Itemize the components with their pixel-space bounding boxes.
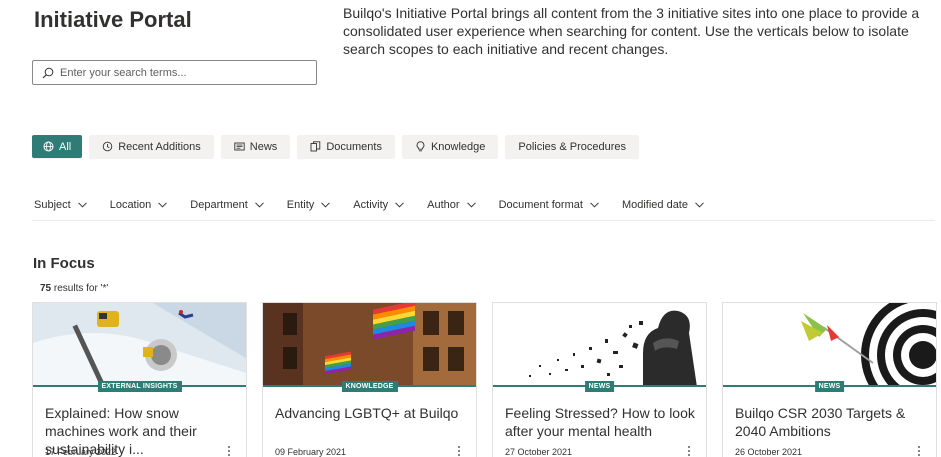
filter-activity[interactable]: Activity	[353, 199, 404, 211]
globe-icon	[43, 141, 54, 152]
filter-label: Activity	[353, 199, 389, 211]
vertical-documents-label: Documents	[326, 140, 382, 153]
filter-author[interactable]: Author	[427, 199, 476, 211]
results-text: results for '*'	[51, 283, 109, 294]
stressed-person-image	[493, 303, 706, 387]
filter-label: Entity	[286, 199, 315, 211]
chevron-down-icon	[590, 202, 599, 208]
card-badge: EXTERNAL INSIGHTS	[97, 381, 182, 392]
vertical-all-button[interactable]: All	[32, 135, 83, 158]
vertical-recent-additions-label: Recent Additions	[118, 140, 201, 153]
vertical-documents-button[interactable]: Documents	[297, 135, 395, 158]
filter-entity[interactable]: Entity	[287, 199, 331, 211]
search-box[interactable]	[32, 60, 317, 85]
vertical-recent-additions-button[interactable]: Recent Additions	[89, 135, 214, 158]
card-badge: NEWS	[814, 381, 845, 392]
card-date: 26 October 2021	[735, 447, 803, 457]
vertical-news-button[interactable]: News	[220, 135, 291, 158]
filter-department[interactable]: Department	[190, 199, 264, 211]
result-card[interactable]: NEWS Builqo CSR 2030 Targets & 2040 Ambi…	[722, 302, 937, 457]
filter-document-format[interactable]: Document format	[499, 199, 599, 211]
chevron-down-icon	[695, 202, 704, 208]
chevron-down-icon	[77, 202, 87, 208]
filter-label: Subject	[34, 199, 71, 211]
card-thumbnail	[723, 303, 936, 387]
card-date: 09 February 2021	[275, 447, 347, 457]
chevron-down-icon	[395, 202, 404, 208]
chevron-down-icon	[254, 202, 264, 208]
dartboard-image	[723, 303, 936, 387]
filter-label: Document format	[498, 199, 583, 211]
filter-label: Author	[427, 199, 460, 211]
more-options-icon[interactable]	[684, 444, 694, 457]
card-title[interactable]: Feeling Stressed? How to look after your…	[505, 404, 697, 440]
divider	[32, 220, 935, 221]
vertical-policies-procedures-label: Policies & Procedures	[518, 140, 626, 153]
chevron-down-icon	[321, 202, 331, 208]
chevron-down-icon	[158, 202, 168, 208]
section-title: In Focus	[33, 255, 95, 272]
card-badge: NEWS	[584, 381, 615, 392]
card-thumbnail	[33, 303, 246, 387]
card-thumbnail	[263, 303, 476, 387]
snow-machine-image	[33, 303, 246, 387]
search-icon	[42, 67, 54, 78]
vertical-policies-procedures-button[interactable]: Policies & Procedures	[505, 135, 639, 158]
intro-text: Builqo's Initiative Portal brings all co…	[343, 5, 920, 57]
results-cards: EXTERNAL INSIGHTS Explained: How snow ma…	[32, 302, 937, 457]
card-title[interactable]: Advancing LGBTQ+ at Builqo	[275, 404, 467, 422]
filter-location[interactable]: Location	[110, 199, 168, 211]
filter-subject[interactable]: Subject	[34, 199, 87, 211]
documents-icon	[310, 141, 321, 152]
result-card[interactable]: NEWS Feeling Stressed? How to look after…	[492, 302, 707, 457]
chevron-down-icon	[466, 202, 476, 208]
search-verticals: All Recent Additions News Documents Know…	[32, 135, 639, 158]
vertical-news-label: News	[249, 140, 278, 153]
filter-label: Department	[190, 199, 248, 211]
filter-label: Modified date	[621, 199, 688, 211]
search-input[interactable]	[60, 66, 300, 79]
refiner-bar: Subject Location Department Entity Activ…	[34, 199, 727, 211]
lightbulb-icon	[416, 141, 425, 152]
card-date: 27 October 2021	[505, 447, 573, 457]
vertical-knowledge-label: Knowledge	[430, 140, 486, 153]
results-count: 75	[40, 283, 52, 294]
page-title: Initiative Portal	[34, 7, 192, 32]
clock-icon	[102, 141, 113, 152]
result-card[interactable]: KNOWLEDGE Advancing LGBTQ+ at Builqo 09 …	[262, 302, 477, 457]
more-options-icon[interactable]	[224, 444, 234, 457]
pride-flags-image	[263, 303, 476, 387]
more-options-icon[interactable]	[454, 444, 464, 457]
filter-modified-date[interactable]: Modified date	[622, 199, 704, 211]
vertical-knowledge-button[interactable]: Knowledge	[401, 135, 499, 158]
card-badge: KNOWLEDGE	[341, 381, 398, 392]
news-icon	[234, 142, 245, 151]
vertical-all-label: All	[59, 140, 72, 153]
results-summary: 75 results for '*'	[40, 283, 108, 294]
card-thumbnail	[493, 303, 706, 387]
card-date: 17 February 2022	[45, 447, 117, 457]
more-options-icon[interactable]	[914, 444, 924, 457]
filter-label: Location	[109, 199, 152, 211]
result-card[interactable]: EXTERNAL INSIGHTS Explained: How snow ma…	[32, 302, 247, 457]
card-title[interactable]: Builqo CSR 2030 Targets & 2040 Ambitions	[735, 404, 927, 440]
